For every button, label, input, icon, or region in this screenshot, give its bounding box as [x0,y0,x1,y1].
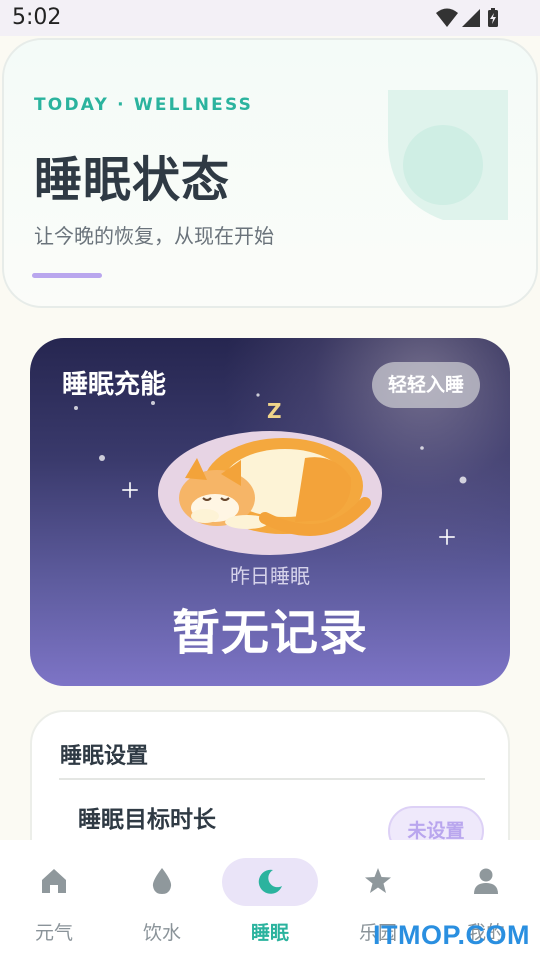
wifi-icon [436,8,458,27]
sleep-goal-label: 睡眠目标时长 [78,807,216,833]
hero-card: TODAY · WELLNESS 睡眠状态 让今晚的恢复，从现在开始 [2,38,538,308]
yesterday-sleep-value: 暂无记录 [171,605,368,661]
watermark: ITMOP.COM [372,920,530,950]
nav-item-sleep[interactable]: 睡眠 [216,840,324,960]
nav-label: 睡眠 [250,922,289,944]
status-icons [436,8,498,27]
sleep-card-title: 睡眠充能 [62,370,167,400]
sleeping-cat-illustration: Z [158,399,382,555]
hero-subtitle: 让今晚的恢复，从现在开始 [34,224,274,248]
signal-icon [462,9,480,27]
nav-item-home[interactable]: 元气 [0,840,108,960]
nav-item-water[interactable]: 饮水 [108,840,216,960]
page-title: 睡眠状态 [34,152,231,208]
hero-eyebrow: TODAY · WELLNESS [34,95,254,115]
nav-label: 元气 [34,922,73,944]
star-icon [365,868,391,893]
hero-accent-bar [32,273,102,278]
sleep-z-letter: Z [267,399,282,423]
home-icon [42,869,66,893]
settings-title: 睡眠设置 [60,744,149,769]
status-time: 5:02 [12,5,62,30]
hero-decoration [388,90,508,220]
sleep-energy-card[interactable]: 睡眠充能 轻轻入睡 Z 昨日睡眠 暂无记录 [30,338,510,686]
yesterday-sleep-label: 昨日睡眠 [230,564,310,588]
moon-icon [258,869,282,894]
nav-label: 饮水 [142,922,181,944]
water-drop-icon [152,868,172,894]
person-icon [474,868,498,894]
battery-icon [488,8,498,27]
divider [59,778,485,780]
gentle-sleep-button[interactable]: 轻轻入睡 [371,362,480,408]
status-bar: 5:02 [0,0,540,36]
